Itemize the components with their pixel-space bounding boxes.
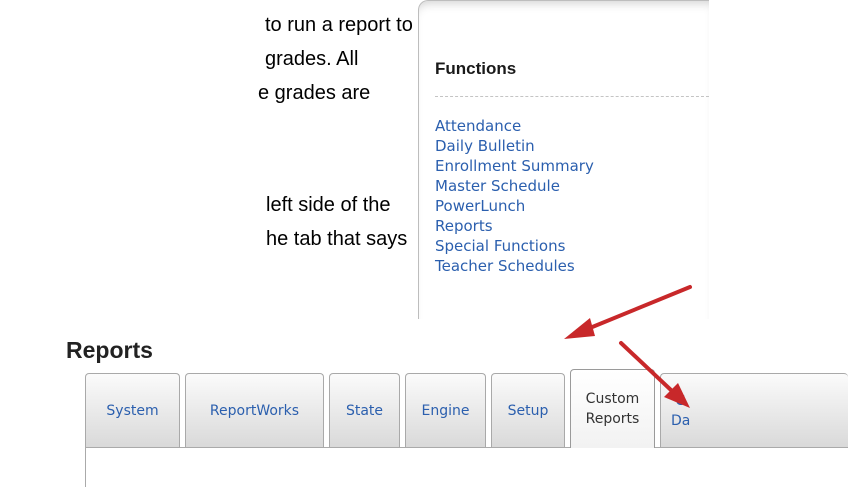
enrollment-summary-link[interactable]: Enrollment Summary xyxy=(435,157,594,175)
functions-item: Attendance xyxy=(435,116,594,136)
tab-label: Custom Reports xyxy=(585,391,640,427)
functions-item: Enrollment Summary xyxy=(435,156,594,176)
functions-panel: Functions Attendance Daily Bulletin Enro… xyxy=(418,0,709,319)
tab-label: C Da xyxy=(671,392,691,429)
functions-item: Daily Bulletin xyxy=(435,136,594,156)
special-functions-link[interactable]: Special Functions xyxy=(435,237,565,255)
functions-divider xyxy=(435,96,709,97)
functions-item: Master Schedule xyxy=(435,176,594,196)
functions-item: Special Functions xyxy=(435,236,594,256)
tab-label: ReportWorks xyxy=(209,402,300,419)
functions-item: Teacher Schedules xyxy=(435,256,594,276)
reports-link[interactable]: Reports xyxy=(435,217,493,235)
functions-list: Attendance Daily Bulletin Enrollment Sum… xyxy=(435,116,594,276)
tab-label: Setup xyxy=(507,402,549,419)
doc-text-line-5: he tab that says xyxy=(266,228,408,250)
tab-engine[interactable]: Engine xyxy=(405,373,486,447)
tab-system[interactable]: System xyxy=(85,373,180,447)
doc-text-line-1: to run a report to xyxy=(265,14,413,36)
tab-label: Engine xyxy=(421,402,470,419)
doc-text-line-4: left side of the xyxy=(266,194,391,216)
teacher-schedules-link[interactable]: Teacher Schedules xyxy=(435,257,575,275)
master-schedule-link[interactable]: Master Schedule xyxy=(435,177,560,195)
tab-label: System xyxy=(106,402,159,419)
functions-item: Reports xyxy=(435,216,594,236)
tab-label: State xyxy=(345,402,384,419)
report-tabs: System ReportWorks State Engine Setup Cu… xyxy=(85,369,848,487)
daily-bulletin-link[interactable]: Daily Bulletin xyxy=(435,137,535,155)
functions-title: Functions xyxy=(435,59,517,78)
tab-content-edge xyxy=(85,447,98,487)
attendance-link[interactable]: Attendance xyxy=(435,117,521,135)
reports-heading: Reports xyxy=(66,337,153,363)
tab-baseline xyxy=(85,447,848,448)
tab-partial-cropped[interactable]: C Da xyxy=(660,373,848,447)
functions-item: PowerLunch xyxy=(435,196,594,216)
tab-reportworks[interactable]: ReportWorks xyxy=(185,373,324,447)
tab-custom-reports[interactable]: Custom Reports xyxy=(570,369,655,448)
tab-setup[interactable]: Setup xyxy=(491,373,565,447)
doc-text-line-3: e grades are xyxy=(258,82,371,104)
doc-text-line-2: grades. All xyxy=(265,48,359,70)
tab-state[interactable]: State xyxy=(329,373,400,447)
powerlunch-link[interactable]: PowerLunch xyxy=(435,197,525,215)
